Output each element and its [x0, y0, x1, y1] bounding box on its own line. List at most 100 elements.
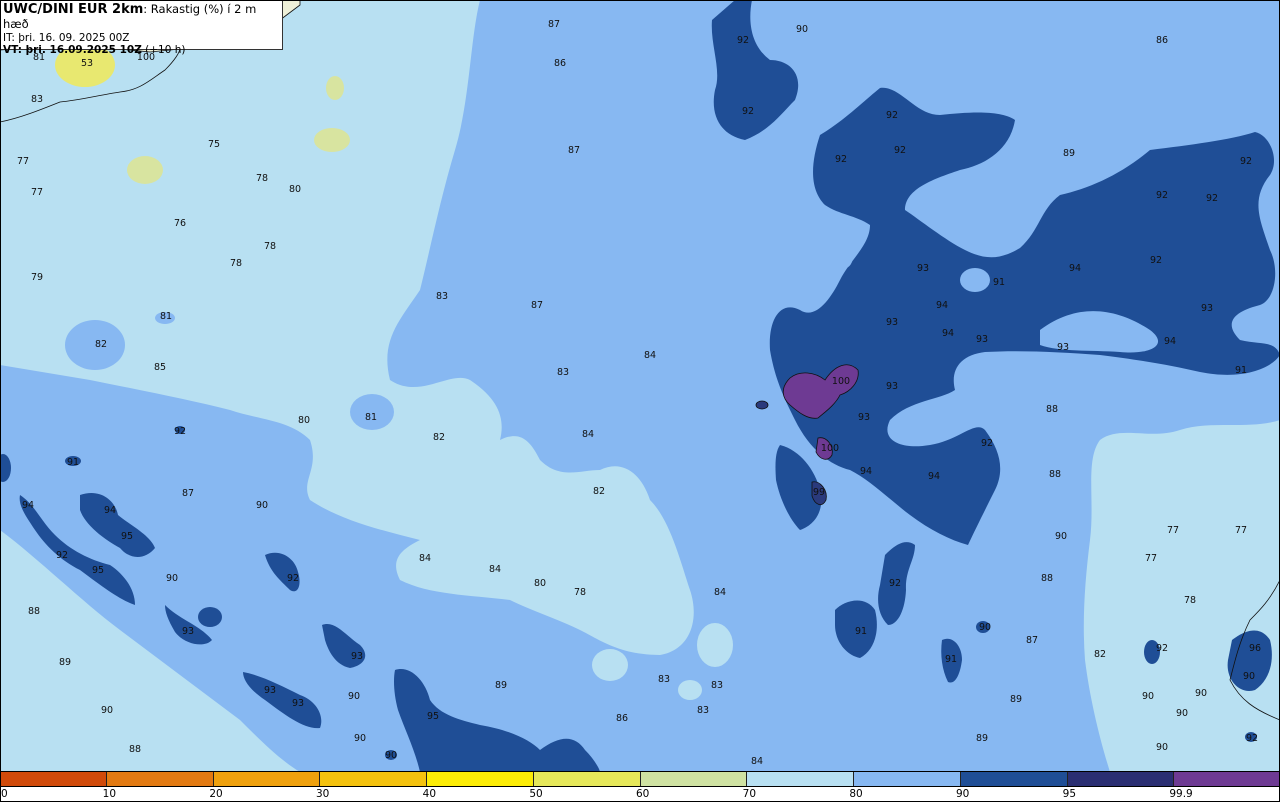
humidity-value: 77 [1235, 525, 1247, 536]
legend-tick-label: 95 [1062, 788, 1077, 800]
legend-tick-label: 99.9 [1169, 788, 1193, 800]
humidity-value: 95 [92, 565, 104, 576]
humidity-value: 78 [574, 587, 586, 598]
humidity-value: 84 [582, 429, 594, 440]
legend-tick-label: 20 [209, 788, 223, 800]
humidity-value: 78 [230, 258, 242, 269]
legend-swatch [533, 772, 641, 786]
field-80-90-lake [960, 268, 990, 292]
humidity-value: 86 [616, 713, 628, 724]
humidity-value: 92 [1240, 156, 1252, 167]
humidity-value: 83 [557, 367, 569, 378]
field-70-80-patch [328, 416, 348, 448]
humidity-value: 84 [714, 587, 726, 598]
humidity-value: 78 [1184, 595, 1196, 606]
humidity-value: 90 [348, 691, 360, 702]
legend-tick-label: 60 [636, 788, 650, 800]
legend-tick-label: 50 [529, 788, 543, 800]
humidity-value: 88 [1041, 573, 1053, 584]
field-80-90-lake [837, 244, 853, 268]
humidity-value: 87 [1026, 635, 1038, 646]
humidity-value: 92 [1156, 643, 1168, 654]
humidity-value: 94 [1069, 263, 1081, 274]
humidity-value: 88 [28, 606, 40, 617]
field-50-60 [326, 76, 344, 100]
legend-tick-label: 10 [102, 788, 117, 800]
humidity-value: 90 [101, 705, 113, 716]
humidity-value: 83 [31, 94, 43, 105]
humidity-value: 78 [264, 241, 276, 252]
humidity-value: 86 [554, 58, 566, 69]
humidity-value: 84 [644, 350, 656, 361]
humidity-value: 91 [1235, 365, 1247, 376]
map-canvas: 87 90 92 86 81 53 100 86 83 92 92 75 87 92 89 77 92 92 78 8… [0, 0, 1280, 772]
init-time: IT: þri. 16. 09. 2025 00Z [3, 32, 130, 44]
humidity-value: 81 [365, 412, 377, 423]
humidity-value: 93 [351, 651, 363, 662]
humidity-value: 100 [821, 443, 839, 454]
humidity-value: 91 [67, 457, 79, 468]
humidity-value: 75 [208, 139, 220, 150]
humidity-value: 90 [1142, 691, 1154, 702]
humidity-value: 88 [129, 744, 141, 755]
legend-tick-label: 90 [956, 788, 970, 800]
humidity-value: 88 [1046, 404, 1058, 415]
humidity-value: 90 [256, 500, 268, 511]
legend-swatch [1174, 772, 1280, 786]
humidity-value: 95 [427, 711, 439, 722]
humidity-value: 79 [31, 272, 43, 283]
valid-time: VT: þri. 16.09.2025 10Z (+10 h) [3, 44, 282, 56]
humidity-value: 77 [1145, 553, 1157, 564]
humidity-value: 94 [1164, 336, 1176, 347]
legend-swatch [960, 772, 1068, 786]
humidity-value: 87 [182, 488, 194, 499]
legend-swatch [320, 772, 427, 786]
legend-tick-label: 80 [849, 788, 863, 800]
humidity-value: 92 [287, 573, 299, 584]
color-legend [0, 771, 1280, 787]
humidity-value: 94 [860, 466, 872, 477]
humidity-value: 92 [1246, 733, 1258, 744]
humidity-value: 87 [531, 300, 543, 311]
humidity-value: 93 [1057, 342, 1069, 353]
field-70-80-patch [697, 623, 733, 667]
humidity-value: 93 [264, 685, 276, 696]
humidity-value: 89 [495, 680, 507, 691]
humidity-value: 80 [289, 184, 301, 195]
weather-map[interactable]: 87 90 92 86 81 53 100 86 83 92 92 75 87 92 89 77 92 92 78 8… [0, 0, 1280, 772]
humidity-value: 90 [979, 622, 991, 633]
humidity-value: 90 [354, 733, 366, 744]
lead-time: (+10 h) [145, 44, 186, 56]
map-title: UWC/DINI EUR 2km: Rakastig (%) í 2 m hæð [3, 2, 282, 32]
humidity-value: 91 [945, 654, 957, 665]
humidity-value: 92 [1206, 193, 1218, 204]
legend-swatch [213, 772, 321, 786]
humidity-value: 92 [56, 550, 68, 561]
humidity-value: 90 [1055, 531, 1067, 542]
humidity-value: 89 [976, 733, 988, 744]
humidity-value: 83 [658, 674, 670, 685]
humidity-value: 94 [936, 300, 948, 311]
humidity-value: 78 [256, 173, 268, 184]
humidity-value: 93 [182, 626, 194, 637]
humidity-value: 93 [886, 317, 898, 328]
humidity-value: 85 [154, 362, 166, 373]
field-50-60 [127, 156, 163, 184]
humidity-value: 89 [1063, 148, 1075, 159]
humidity-value: 94 [22, 500, 34, 511]
humidity-value: 84 [751, 756, 763, 767]
model-name: UWC/DINI EUR 2km [3, 2, 144, 17]
humidity-value: 91 [855, 626, 867, 637]
field-70-80-patch [1105, 660, 1175, 740]
humidity-value: 92 [742, 106, 754, 117]
humidity-value: 53 [81, 58, 93, 69]
humidity-value: 92 [889, 578, 901, 589]
humidity-value: 83 [436, 291, 448, 302]
humidity-value: 83 [711, 680, 723, 691]
field-70-80-patch [678, 680, 702, 700]
humidity-value: 80 [534, 578, 546, 589]
faroe-mykines [755, 400, 769, 410]
legend-swatch [747, 772, 854, 786]
humidity-value: 92 [835, 154, 847, 165]
humidity-value: 77 [31, 187, 43, 198]
